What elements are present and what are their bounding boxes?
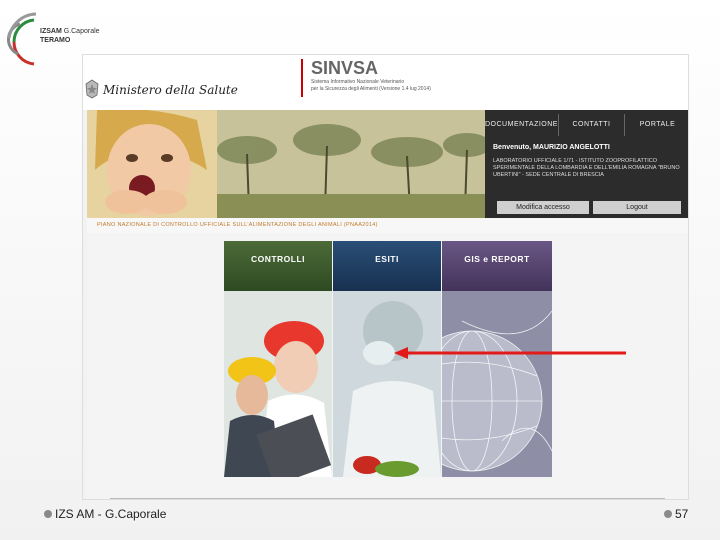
red-arrow-annotation: [394, 347, 626, 359]
modify-access-button[interactable]: Modifica accesso: [497, 201, 589, 214]
logo-city: TERAMO: [40, 37, 71, 44]
logout-button[interactable]: Logout: [593, 201, 681, 214]
site-subtitle: Sistema Informativo Nazionale Veterinari…: [311, 79, 491, 93]
logo-brand: IZSAM: [40, 28, 62, 35]
page-number: 57: [664, 507, 688, 521]
site-title: SINVSA: [311, 58, 379, 78]
globe-network-image: [442, 291, 552, 477]
plan-title: PIANO NAZIONALE DI CONTROLLO UFFICIALE S…: [97, 222, 378, 228]
emblem-icon: [85, 79, 99, 99]
welcome-text: Benvenuto, MAURIZIO ANGELOTTI: [493, 144, 610, 151]
inspectors-photo: [224, 291, 332, 477]
menu-contatti[interactable]: CONTATTI: [559, 114, 625, 136]
plan-bar: PIANO NAZIONALE DI CONTROLLO UFFICIALE S…: [87, 218, 688, 234]
lab-technician-photo: [333, 291, 441, 477]
logo-brand-suffix: G.Caporale: [63, 28, 100, 35]
palm-trees-image: [207, 110, 487, 218]
menu-documentazione[interactable]: DOCUMENTAZIONE: [485, 114, 559, 136]
website-screenshot: Ministero della Salute SINVSA Sistema In…: [82, 54, 689, 500]
section-controlli[interactable]: CONTROLLI: [224, 241, 332, 477]
section-gis-report-label: GIS e REPORT: [442, 241, 552, 291]
footer-divider: [110, 498, 665, 499]
section-esiti-label: ESITI: [333, 241, 441, 291]
section-controlli-label: CONTROLLI: [224, 241, 332, 291]
footer-credit: IZS AM - G.Caporale: [44, 507, 166, 521]
bullet-icon: [44, 509, 52, 518]
bullet-icon: [664, 509, 672, 518]
site-subtitle-line2: per la Sicurezza degli Alimenti (Version…: [311, 86, 431, 92]
top-menu: DOCUMENTAZIONE CONTATTI PORTALE: [485, 114, 688, 136]
page-number-text: 57: [675, 507, 689, 521]
site-header: Ministero della Salute SINVSA Sistema In…: [83, 55, 688, 110]
ministry-name: Ministero della Salute: [103, 83, 238, 97]
site-subtitle-line1: Sistema Informativo Nazionale Veterinari…: [311, 79, 405, 85]
menu-portale[interactable]: PORTALE: [625, 114, 688, 136]
izsam-logo-text: IZSAM G.Caporale TERAMO: [40, 27, 100, 45]
child-photo: [87, 110, 217, 218]
laboratory-text: LABORATORIO UFFICIALE 1/71 - ISTITUTO ZO…: [493, 158, 680, 178]
footer-credit-text: IZS AM - G.Caporale: [55, 507, 167, 521]
title-accent-bar: [301, 59, 303, 97]
